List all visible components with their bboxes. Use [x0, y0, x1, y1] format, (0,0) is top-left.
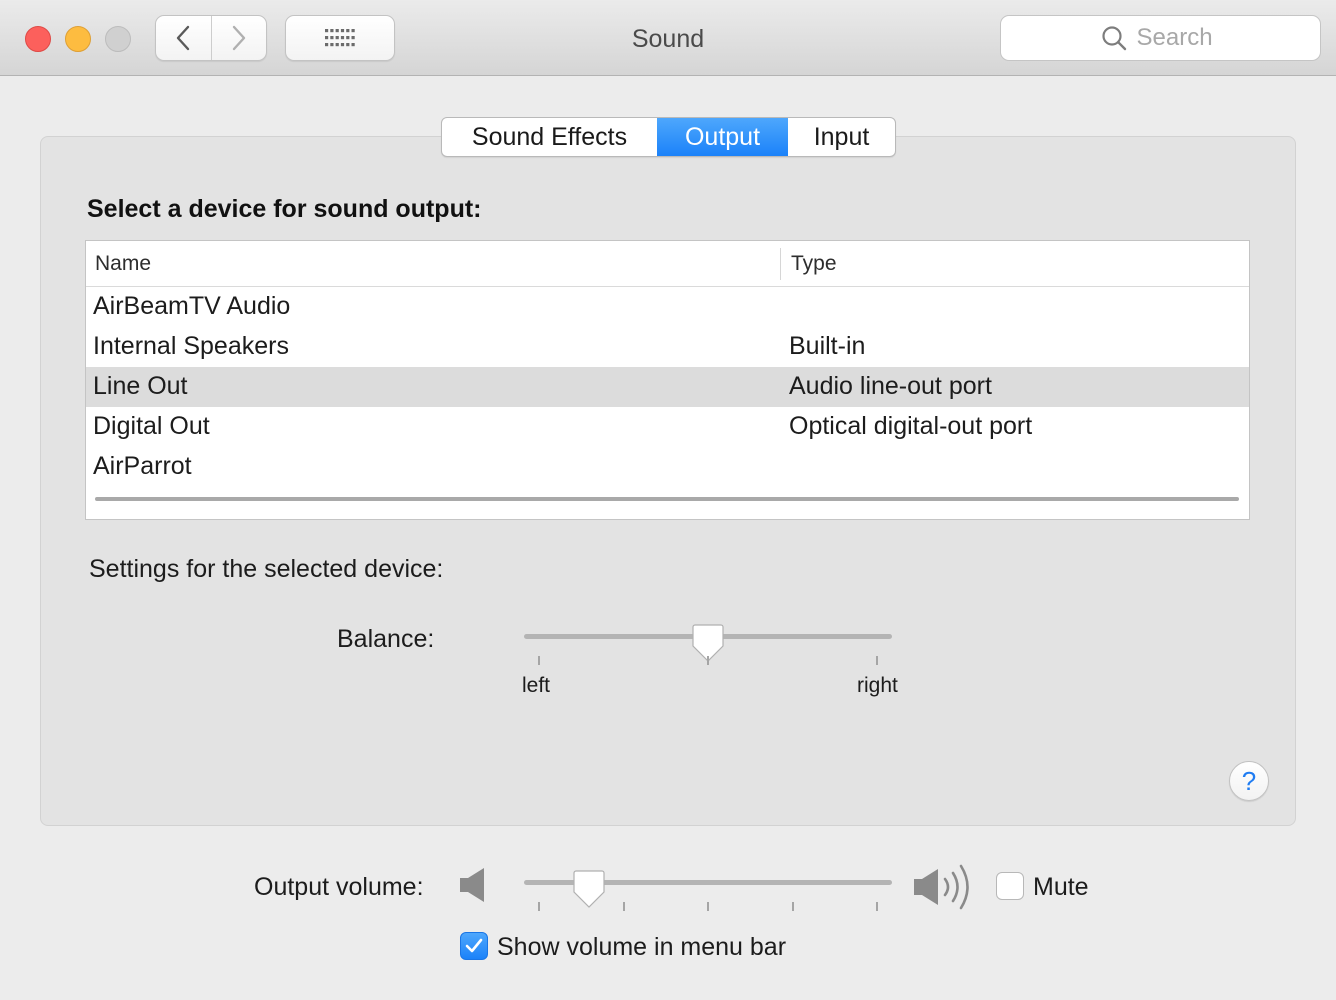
volume-tick [623, 902, 625, 911]
column-header-type[interactable]: Type [791, 252, 837, 276]
horizontal-scrollbar[interactable] [95, 497, 1239, 501]
balance-right-label: right [857, 674, 898, 697]
device-type: Audio line-out port [789, 372, 992, 400]
device-type: Built-in [789, 332, 866, 360]
mute-label[interactable]: Mute [1033, 873, 1089, 902]
column-header-name[interactable]: Name [95, 252, 151, 276]
question-mark-icon: ? [1241, 765, 1257, 796]
title-bar: Sound [0, 0, 1336, 76]
magnifier-icon [1101, 26, 1126, 51]
speaker-high-icon [914, 864, 969, 910]
table-row[interactable]: Internal Speakers Built-in [86, 327, 1249, 367]
device-name: AirBeamTV Audio [93, 292, 291, 320]
help-button[interactable]: ? [1229, 761, 1269, 801]
output-volume-label: Output volume: [254, 873, 424, 901]
volume-tick [538, 902, 540, 911]
search-field[interactable] [1000, 15, 1321, 61]
balance-tick-left [538, 656, 540, 665]
checkmark-icon [465, 938, 483, 953]
table-row[interactable]: AirBeamTV Audio [86, 287, 1249, 327]
output-device-table[interactable]: Name Type AirBeamTV Audio Internal Speak… [85, 240, 1250, 520]
output-volume-slider-knob[interactable] [573, 870, 605, 908]
tab-input[interactable]: Input [788, 118, 895, 156]
table-row[interactable]: AirParrot [86, 447, 1249, 487]
table-body: AirBeamTV Audio Internal Speakers Built-… [86, 287, 1249, 487]
tab-output[interactable]: Output [657, 118, 788, 156]
show-volume-in-menu-bar-label[interactable]: Show volume in menu bar [497, 933, 786, 962]
device-type: Optical digital-out port [789, 412, 1033, 440]
volume-tick [876, 902, 878, 911]
tab-bar: Sound Effects Output Input [441, 117, 896, 157]
show-volume-in-menu-bar-checkbox[interactable] [460, 932, 488, 960]
table-header: Name Type [86, 241, 1249, 287]
balance-tick-center [707, 656, 709, 665]
device-name: Internal Speakers [93, 332, 289, 360]
device-name: AirParrot [93, 452, 192, 480]
settings-label: Settings for the selected device: [89, 555, 444, 583]
volume-tick [707, 902, 709, 911]
mute-checkbox[interactable] [996, 872, 1024, 900]
table-row-selected[interactable]: Line Out Audio line-out port [86, 367, 1249, 407]
column-divider [780, 248, 781, 280]
balance-label: Balance: [337, 625, 435, 653]
table-row[interactable]: Digital Out Optical digital-out port [86, 407, 1249, 447]
balance-left-label: left [522, 674, 551, 697]
speaker-low-icon [460, 868, 484, 902]
search-input[interactable] [1136, 24, 1221, 52]
section-title: Select a device for sound output: [87, 195, 482, 223]
device-name: Line Out [93, 372, 188, 400]
tab-sound-effects[interactable]: Sound Effects [442, 118, 657, 156]
balance-tick-right [876, 656, 878, 665]
device-name: Digital Out [93, 412, 210, 440]
volume-tick [792, 902, 794, 911]
